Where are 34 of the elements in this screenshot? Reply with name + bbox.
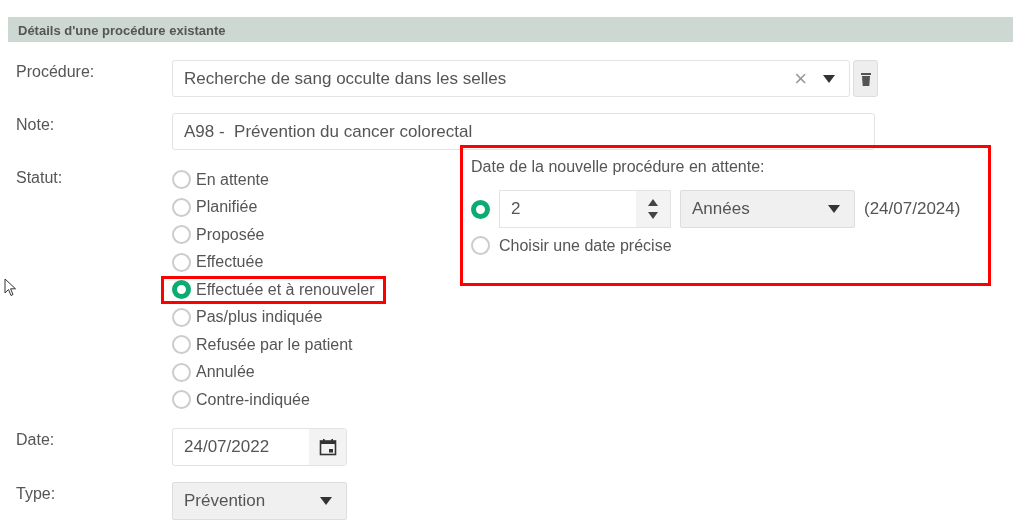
number-field[interactable]: 2 [499,190,671,228]
status-radio[interactable]: Proposée [161,221,276,249]
status-radio[interactable]: Effectuée [161,248,275,276]
field-label: Note: [15,115,56,134]
date-field[interactable]: 24/07/2022 [172,427,347,466]
status-radio[interactable]: Effectuée et à renouveler [161,276,386,304]
delete-button[interactable] [853,60,878,97]
caret-icon [823,74,835,83]
calendar-icon[interactable] [318,437,337,456]
caret-icon [320,496,332,505]
spinner-icon[interactable] [648,198,658,220]
caret-icon [828,205,840,213]
status-radio[interactable]: Contre-indiquée [161,386,321,414]
computed-date: (24/07/2024) [864,199,961,219]
radio-button[interactable] [471,199,490,219]
cursor-icon [4,278,18,297]
note-field[interactable]: A98 - Prévention du cancer colorectal [172,113,875,150]
status-radio[interactable]: En attente [161,166,280,194]
field-label: Procédure: [15,62,96,81]
status-radio[interactable]: Refusée par le patient [161,331,364,359]
field-label: Type: [15,483,57,503]
panel-title: Date de la nouvelle procédure en attente: [471,158,766,176]
status-radio[interactable]: Planifiée [161,193,269,221]
unit-select[interactable]: Années [680,190,855,228]
radio-label[interactable]: Choisir une date précise [499,236,672,255]
status-radio[interactable]: Annulée [161,358,266,386]
radio-button[interactable] [471,236,490,255]
procedure-select[interactable]: Recherche de sang occulte dans les selles × [172,60,850,97]
trash-icon [860,71,871,86]
status-radio[interactable]: Pas/plus indiquée [161,303,334,331]
type-select[interactable]: Prévention [172,481,347,520]
field-label: Statut: [15,168,64,187]
field-label: Date: [15,429,56,449]
section-header: Détails d'une procédure existante [8,17,1013,42]
